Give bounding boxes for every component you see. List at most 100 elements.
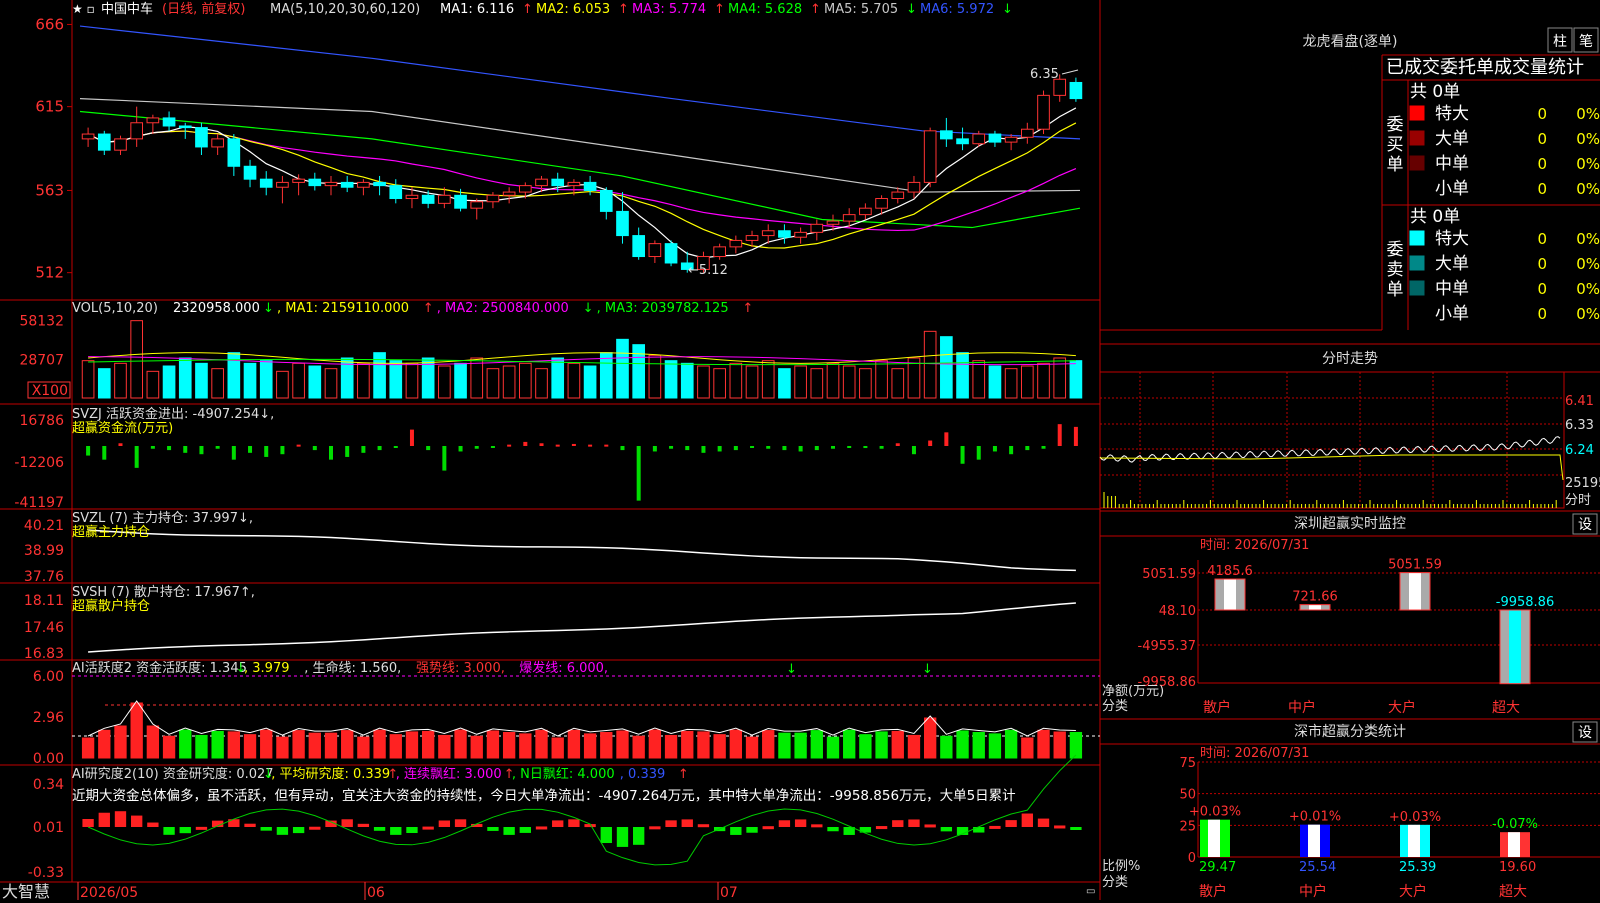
- flow-bar[interactable]: [701, 446, 706, 453]
- flow-bar[interactable]: [1025, 446, 1030, 451]
- ai-active-bar[interactable]: [260, 729, 273, 759]
- candle[interactable]: [745, 235, 759, 241]
- ai-research-bar[interactable]: [924, 824, 936, 828]
- vol-bar[interactable]: [1069, 360, 1083, 399]
- flow-bar[interactable]: [296, 444, 301, 447]
- candle[interactable]: [923, 130, 937, 183]
- candle[interactable]: [972, 133, 986, 145]
- ai-active-bar[interactable]: [1004, 729, 1018, 759]
- ai-active-bar[interactable]: [146, 725, 160, 759]
- ai-active-bar[interactable]: [794, 732, 807, 759]
- candle[interactable]: [956, 138, 969, 145]
- vol-bar[interactable]: [130, 320, 144, 399]
- ai-research-bar[interactable]: [875, 826, 888, 830]
- ai-research-bar[interactable]: [940, 827, 953, 832]
- ai-active-bar[interactable]: [810, 730, 823, 759]
- ai-active-bar[interactable]: [438, 734, 451, 759]
- ai-active-bar[interactable]: [502, 732, 516, 759]
- candle[interactable]: [81, 133, 95, 140]
- ai-active-bar[interactable]: [470, 735, 483, 759]
- ai-active-bar[interactable]: [486, 730, 500, 759]
- candle[interactable]: [357, 181, 370, 188]
- ai-research-bar[interactable]: [616, 827, 629, 847]
- ai-research-bar[interactable]: [1005, 820, 1017, 827]
- candle[interactable]: [146, 117, 160, 124]
- candle[interactable]: [826, 220, 840, 225]
- flow-bar[interactable]: [86, 446, 91, 456]
- ai-research-bar[interactable]: [794, 819, 807, 827]
- vol-bar[interactable]: [211, 368, 224, 399]
- flow-bar[interactable]: [717, 446, 722, 452]
- ai-active-bar[interactable]: [988, 733, 1002, 759]
- vol-bar[interactable]: [842, 365, 856, 399]
- candle[interactable]: [648, 243, 662, 258]
- flow-bar[interactable]: [960, 446, 965, 464]
- ai-research-bar[interactable]: [989, 825, 1001, 829]
- ai-research-bar[interactable]: [244, 823, 256, 827]
- vol-bar[interactable]: [680, 362, 694, 399]
- candle[interactable]: [535, 178, 548, 187]
- flow-bar[interactable]: [442, 446, 447, 471]
- flow-bar[interactable]: [134, 446, 139, 468]
- ai-active-bar[interactable]: [843, 729, 856, 759]
- ai-active-bar[interactable]: [632, 735, 645, 759]
- vol-bar[interactable]: [988, 365, 1002, 399]
- ai-research-bar[interactable]: [260, 827, 272, 831]
- ai-active-bar[interactable]: [664, 734, 678, 759]
- flow-bar[interactable]: [879, 446, 884, 449]
- ai-active-bar[interactable]: [98, 729, 111, 759]
- vol-bar[interactable]: [81, 360, 95, 399]
- ai-research-bar[interactable]: [114, 811, 127, 827]
- flow-bar[interactable]: [248, 446, 253, 453]
- vol-bar[interactable]: [956, 352, 969, 399]
- vol-bar[interactable]: [583, 365, 597, 399]
- ai-research-bar[interactable]: [762, 826, 774, 830]
- vol-bar[interactable]: [551, 357, 565, 399]
- vol-bar[interactable]: [535, 368, 548, 399]
- sz-bar[interactable]: [1214, 578, 1246, 611]
- vol-bar[interactable]: [259, 360, 273, 399]
- sz-bar[interactable]: [1499, 609, 1531, 685]
- candle[interactable]: [195, 127, 208, 148]
- ai-active-bar[interactable]: [373, 729, 386, 759]
- flow-bar[interactable]: [539, 443, 544, 446]
- candle[interactable]: [1037, 94, 1050, 130]
- candle[interactable]: [114, 138, 127, 151]
- ai-research-bar[interactable]: [649, 826, 661, 830]
- vol-bar[interactable]: [616, 338, 629, 399]
- ai-active-bar[interactable]: [745, 736, 759, 759]
- ai-research-bar[interactable]: [778, 820, 791, 827]
- flow-bar[interactable]: [426, 446, 431, 451]
- vol-bar[interactable]: [826, 362, 840, 399]
- flow-bar[interactable]: [183, 446, 188, 453]
- flow-bar[interactable]: [199, 446, 204, 455]
- flow-bar[interactable]: [102, 446, 107, 460]
- ai-research-bar[interactable]: [1070, 827, 1082, 830]
- vol-bar[interactable]: [178, 357, 192, 399]
- ai-active-bar[interactable]: [729, 729, 743, 759]
- ai-research-bar[interactable]: [568, 819, 580, 827]
- ai-active-bar[interactable]: [535, 729, 548, 759]
- candle[interactable]: [567, 181, 581, 187]
- vol-bar[interactable]: [292, 362, 305, 399]
- flow-bar[interactable]: [507, 444, 512, 447]
- flow-bar[interactable]: [847, 446, 852, 448]
- ai-active-bar[interactable]: [405, 731, 419, 759]
- vol-bar[interactable]: [276, 370, 289, 399]
- candle[interactable]: [632, 235, 646, 258]
- candle[interactable]: [1069, 81, 1083, 100]
- candle[interactable]: [1004, 136, 1018, 143]
- vol-bar[interactable]: [438, 365, 451, 399]
- candle[interactable]: [259, 178, 273, 188]
- candle[interactable]: [794, 231, 807, 238]
- ai-research-bar[interactable]: [373, 827, 386, 831]
- vol-bar[interactable]: [454, 362, 467, 399]
- flow-bar[interactable]: [992, 446, 997, 452]
- ai-active-bar[interactable]: [956, 730, 969, 759]
- flow-bar[interactable]: [1057, 424, 1062, 446]
- ai-research-bar[interactable]: [811, 824, 823, 828]
- vol-bar[interactable]: [162, 365, 176, 399]
- sz-bar[interactable]: [1299, 604, 1331, 611]
- ai-active-bar[interactable]: [341, 730, 354, 759]
- flow-bar[interactable]: [409, 429, 414, 446]
